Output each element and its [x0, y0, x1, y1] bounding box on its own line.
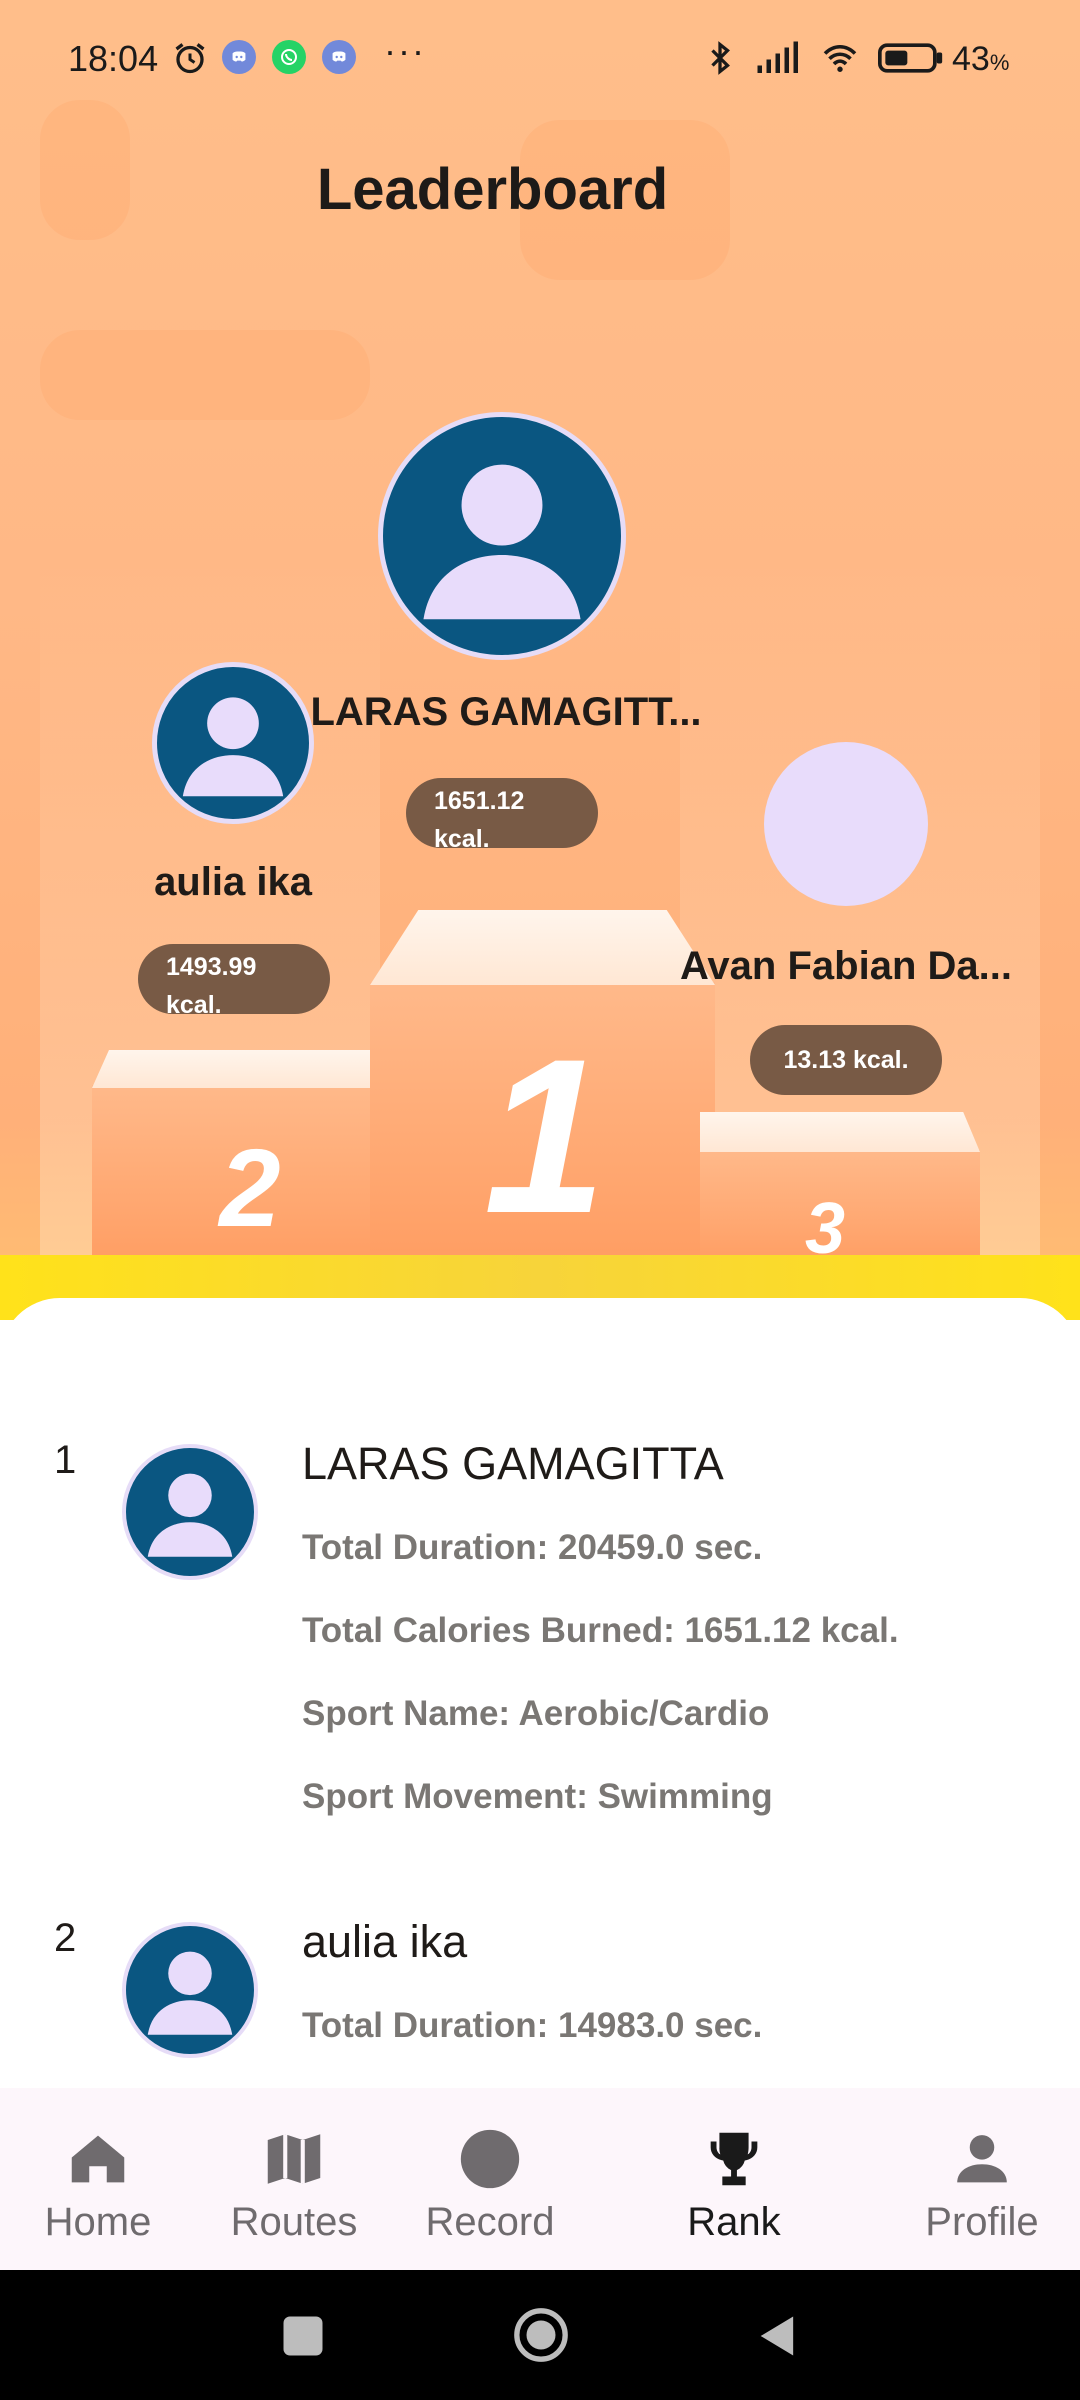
- avatar: [122, 1922, 258, 2058]
- avatar-first-place[interactable]: [378, 412, 626, 660]
- nav-item-record[interactable]: Record: [392, 2088, 588, 2270]
- back-icon[interactable]: [752, 2310, 804, 2362]
- rank-number: 1: [54, 1438, 77, 1482]
- nav-label-routes: Routes: [230, 2200, 358, 2244]
- nav-label-record: Record: [425, 2200, 555, 2244]
- nav-label-rank: Rank: [687, 2200, 781, 2244]
- podium-name-first: LARAS GAMAGITT...: [310, 690, 702, 734]
- entry-duration: Total Duration: 14983.0 sec.: [302, 2006, 763, 2045]
- system-navigation-bar: [0, 2270, 1080, 2400]
- calories-badge-third-text: 13.13 kcal.: [783, 1046, 909, 1074]
- podium-name-second: aulia ika: [154, 860, 312, 904]
- entry-sport-name: Sport Name: Aerobic/Cardio: [302, 1694, 770, 1733]
- calories-badge-second-text: 1493.99 kcal.: [166, 953, 257, 1014]
- podium-top-third: [700, 1112, 980, 1152]
- person-icon: [957, 2135, 1007, 2183]
- nav-item-profile[interactable]: Profile: [884, 2088, 1080, 2270]
- calories-badge-third: 13.13 kcal.: [750, 1025, 942, 1095]
- status-bar: 18:04 ··· 43%: [0, 0, 1080, 120]
- person-icon: [147, 1473, 233, 1557]
- hero-bg-shape: [40, 330, 370, 420]
- wifi-icon: [816, 40, 864, 76]
- record-icon: [460, 2129, 520, 2189]
- nav-label-home: Home: [44, 2200, 152, 2244]
- person-icon: [423, 464, 581, 620]
- podium-top-second: [92, 1050, 375, 1088]
- battery-value: 43: [952, 40, 990, 78]
- rank-number: 2: [54, 1916, 77, 1960]
- home-icon: [71, 2135, 125, 2183]
- person-icon: [182, 697, 284, 797]
- avatar-third-place[interactable]: [764, 742, 928, 906]
- nav-item-routes[interactable]: Routes: [196, 2088, 392, 2270]
- ranking-list[interactable]: 1 LARAS GAMAGITTA Total Duration: 20459.…: [0, 1298, 1080, 2088]
- podium-number-second: 2: [219, 1127, 281, 1250]
- signal-icon: [752, 40, 802, 76]
- alarm-icon: [172, 40, 208, 76]
- trophy-icon: [710, 2132, 758, 2186]
- calories-badge-second: 1493.99 kcal.: [138, 944, 330, 1014]
- recent-apps-icon[interactable]: [277, 2310, 329, 2362]
- podium-number-first: 1: [483, 1013, 607, 1259]
- whatsapp-icon: [272, 40, 306, 74]
- nav-item-home[interactable]: Home: [0, 2088, 196, 2270]
- discord-icon: [322, 40, 356, 74]
- entry-name: LARAS GAMAGITTA: [302, 1438, 724, 1489]
- bottom-navigation: Home Routes Record Rank Profile: [0, 2088, 1080, 2270]
- bluetooth-icon: [702, 40, 738, 76]
- avatar-second-place[interactable]: [152, 662, 314, 824]
- entry-name: aulia ika: [302, 1916, 468, 1967]
- map-icon: [267, 2134, 321, 2184]
- battery-icon: [876, 40, 946, 76]
- podium-name-third: Avan Fabian Da...: [680, 944, 1012, 988]
- battery-percent: 43%: [952, 40, 1009, 79]
- entry-calories: Total Calories Burned: 1651.12 kcal.: [302, 1611, 899, 1650]
- home-button-icon[interactable]: [512, 2306, 570, 2364]
- avatar: [122, 1444, 258, 1580]
- status-time: 18:04: [68, 38, 159, 79]
- calories-badge-first: 1651.12 kcal.: [406, 778, 598, 848]
- person-icon: [147, 1951, 233, 2035]
- calories-badge-first-text: 1651.12 kcal.: [434, 787, 525, 848]
- battery-unit: %: [989, 50, 1010, 75]
- entry-sport-movement: Sport Movement: Swimming: [302, 1777, 773, 1816]
- page-title: Leaderboard: [316, 157, 669, 222]
- discord-icon: [222, 40, 256, 74]
- more-notifications-icon: ···: [384, 30, 426, 71]
- entry-duration: Total Duration: 20459.0 sec.: [302, 1528, 763, 1567]
- nav-label-profile: Profile: [925, 2200, 1039, 2244]
- nav-item-rank[interactable]: Rank: [636, 2088, 832, 2270]
